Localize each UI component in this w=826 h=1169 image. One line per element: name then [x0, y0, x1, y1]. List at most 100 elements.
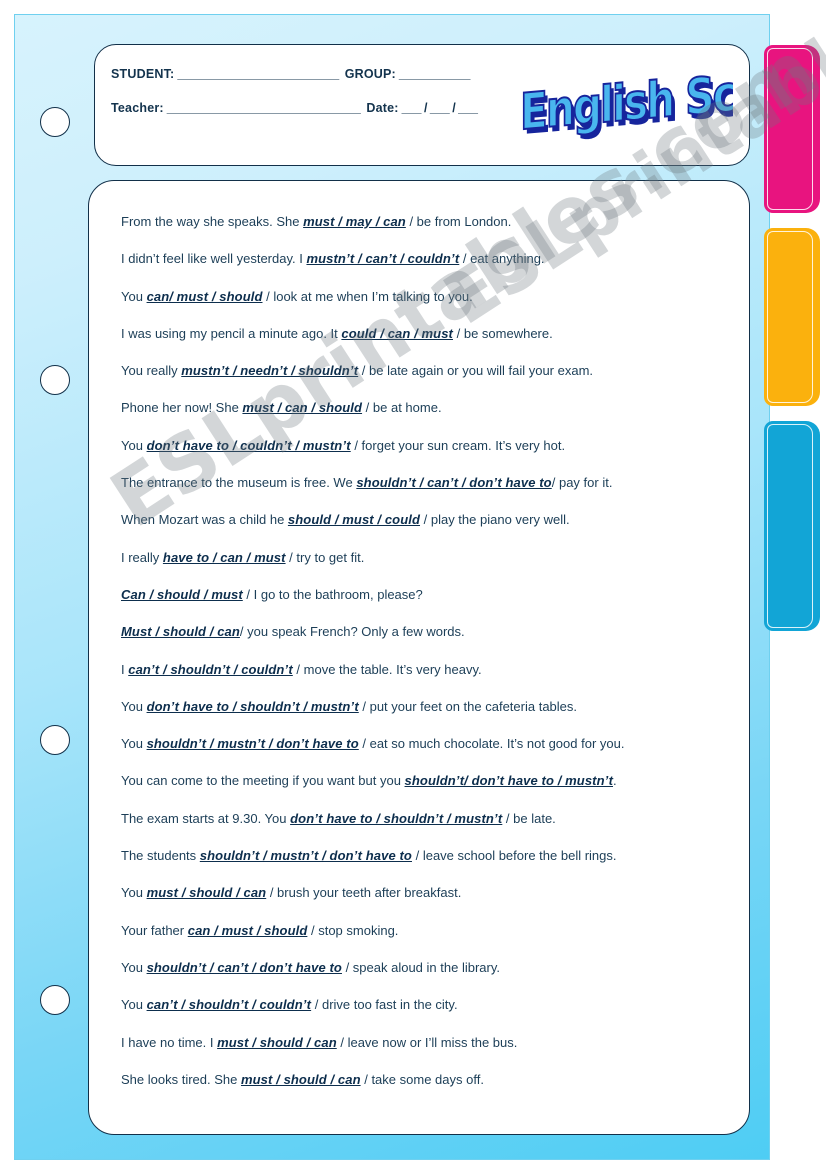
binder-hole	[40, 107, 70, 137]
exercise-line: She looks tired. She must / should / can…	[121, 1061, 731, 1098]
modal-choice-options[interactable]: must / should / can	[241, 1072, 361, 1087]
student-info-fields: STUDENT: _________________________ GROUP…	[111, 67, 531, 135]
modal-choice-options[interactable]: have to / can / must	[163, 550, 286, 565]
modal-choice-options[interactable]: can’t / shouldn’t / couldn’t	[147, 997, 312, 1012]
exercise-prefix: I didn’t feel like well yesterday. I	[121, 251, 307, 267]
exercise-line: You can come to the meeting if you want …	[121, 762, 731, 799]
english-school-logo-art: English School English School	[519, 57, 733, 141]
exercise-suffix: / put your feet on the cafeteria tables.	[358, 698, 578, 714]
modal-choice-options[interactable]: mustn’t / can’t / couldn’t	[306, 251, 459, 266]
modal-choice-options[interactable]: mustn’t / needn’t / shouldn’t	[181, 363, 358, 378]
modal-choice-options[interactable]: don’t have to / shouldn’t / mustn’t	[290, 811, 502, 826]
index-tab-cyan[interactable]	[764, 421, 820, 631]
modal-choice-options[interactable]: could / can / must	[341, 326, 453, 341]
exercise-line: I really have to / can / must / try to g…	[121, 539, 731, 576]
exercise-prefix: You can come to the meeting if you want …	[121, 773, 405, 789]
exercise-suffix: / play the piano very well.	[420, 512, 570, 528]
exercise-suffix: / leave school before the bell rings.	[411, 848, 617, 864]
exercise-prefix: She looks tired. She	[121, 1071, 241, 1087]
exercise-prefix: You	[121, 885, 147, 901]
exercise-prefix: You	[121, 959, 147, 975]
exercise-suffix: / speak aloud in the library.	[341, 959, 500, 975]
modal-choice-options[interactable]: can/ must / should	[147, 289, 263, 304]
modal-choice-options[interactable]: shouldn’t / mustn’t / don’t have to	[200, 848, 412, 863]
teacher-label: Teacher:	[111, 101, 164, 115]
teacher-date-row: Teacher: ______________________________ …	[111, 101, 531, 135]
exercise-line: You don’t have to / shouldn’t / mustn’t …	[121, 688, 731, 725]
modal-choice-options[interactable]: don’t have to / couldn’t / mustn’t	[147, 438, 351, 453]
exercise-suffix: / eat so much chocolate. It’s not good f…	[358, 736, 625, 752]
exercise-prefix: You	[121, 698, 147, 714]
exercise-prefix: I really	[121, 549, 163, 565]
index-tab-cyan-inner	[767, 424, 813, 628]
exercise-prefix: Phone her now! She	[121, 400, 243, 416]
exercise-line: From the way she speaks. She must / may …	[121, 203, 731, 240]
modal-choice-options[interactable]: shouldn’t / mustn’t / don’t have to	[147, 736, 359, 751]
exercise-line: Your father can / must / should / stop s…	[121, 912, 731, 949]
exercise-suffix: / brush your teeth after breakfast.	[266, 885, 462, 901]
modal-choice-options[interactable]: can’t / shouldn’t / couldn’t	[128, 662, 293, 677]
exercise-suffix: / move the table. It’s very heavy.	[292, 661, 482, 677]
student-blank-line[interactable]: _________________________	[177, 67, 339, 81]
modal-choice-options[interactable]: should / must / could	[288, 512, 420, 527]
exercise-line: Must / should / can/ you speak French? O…	[121, 613, 731, 650]
teacher-blank-line[interactable]: ______________________________	[167, 101, 361, 115]
exercise-prefix: The students	[121, 848, 200, 864]
exercise-line: You can’t / shouldn’t / couldn’t / drive…	[121, 986, 731, 1023]
exercise-suffix: / look at me when I’m talking to you.	[262, 288, 473, 304]
modal-choice-options[interactable]: must / may / can	[303, 214, 406, 229]
exercise-prefix: From the way she speaks. She	[121, 214, 304, 229]
date-label: Date:	[366, 101, 399, 115]
group-blank-line[interactable]: ___________	[399, 67, 470, 81]
student-group-row: STUDENT: _________________________ GROUP…	[111, 67, 531, 101]
modal-choice-options[interactable]: Can / should / must	[121, 587, 243, 602]
exercise-line: Phone her now! She must / can / should /…	[121, 389, 731, 426]
modal-choice-options[interactable]: shouldn’t / can’t / don’t have to	[356, 475, 551, 490]
binder-hole	[40, 365, 70, 395]
exercise-prefix: You	[121, 437, 147, 453]
index-tab-pink[interactable]	[764, 45, 820, 213]
index-tab-orange[interactable]	[764, 228, 820, 406]
exercise-suffix: / pay for it.	[551, 475, 613, 491]
exercise-prefix: You	[121, 288, 147, 304]
exercise-line: I can’t / shouldn’t / couldn’t / move th…	[121, 651, 731, 688]
modal-choice-options[interactable]: must / should / can	[147, 885, 267, 900]
modal-choice-options[interactable]: don’t have to / shouldn’t / mustn’t	[147, 699, 359, 714]
modal-choice-options[interactable]: can / must / should	[188, 923, 308, 938]
modal-choice-options[interactable]: must / should / can	[217, 1035, 337, 1050]
binder-hole	[40, 985, 70, 1015]
exercise-prefix: I was using my pencil a minute ago. It	[121, 325, 342, 341]
modal-choice-options[interactable]: shouldn’t/ don’t have to / mustn’t	[405, 773, 613, 788]
exercise-suffix: / be late.	[502, 810, 556, 826]
exercise-line: Can / should / must / I go to the bathro…	[121, 576, 731, 613]
exercise-suffix: / stop smoking.	[307, 922, 399, 938]
exercise-suffix: / be from London.	[405, 214, 512, 229]
binder-hole	[40, 725, 70, 755]
index-tab-orange-inner	[767, 231, 813, 403]
exercise-prefix: You	[121, 997, 147, 1013]
exercises-card: From the way she speaks. She must / may …	[88, 180, 750, 1135]
exercise-suffix: / take some days off.	[360, 1071, 484, 1087]
date-blank-line[interactable]: ___ / ___ / ___	[402, 101, 478, 115]
exercise-line: You shouldn’t / can’t / don’t have to / …	[121, 949, 731, 986]
modal-choice-options[interactable]: shouldn’t / can’t / don’t have to	[147, 960, 342, 975]
modal-choice-options[interactable]: must / can / should	[242, 400, 362, 415]
exercise-line: I was using my pencil a minute ago. It c…	[121, 315, 731, 352]
index-tab-pink-inner	[767, 48, 813, 210]
exercise-prefix: The exam starts at 9.30. You	[121, 810, 291, 826]
student-info-card: STUDENT: _________________________ GROUP…	[94, 44, 750, 166]
exercise-prefix: The entrance to the museum is free. We	[121, 475, 357, 491]
exercise-line: You must / should / can / brush your tee…	[121, 874, 731, 911]
exercise-suffix: / you speak French? Only a few words.	[239, 624, 465, 640]
modal-choice-options[interactable]: Must / should / can	[121, 624, 240, 639]
group-label: GROUP:	[344, 67, 396, 81]
exercise-suffix: / try to get fit.	[285, 549, 365, 565]
student-label: STUDENT:	[111, 67, 175, 81]
exercise-prefix: Your father	[121, 922, 188, 938]
exercise-line: The exam starts at 9.30. You don’t have …	[121, 800, 731, 837]
english-school-logo: English School English School	[518, 57, 733, 141]
exercise-list: From the way she speaks. She must / may …	[121, 203, 731, 1098]
exercise-prefix: You really	[121, 363, 182, 379]
exercise-line: When Mozart was a child he should / must…	[121, 501, 731, 538]
exercise-line: You shouldn’t / mustn’t / don’t have to …	[121, 725, 731, 762]
